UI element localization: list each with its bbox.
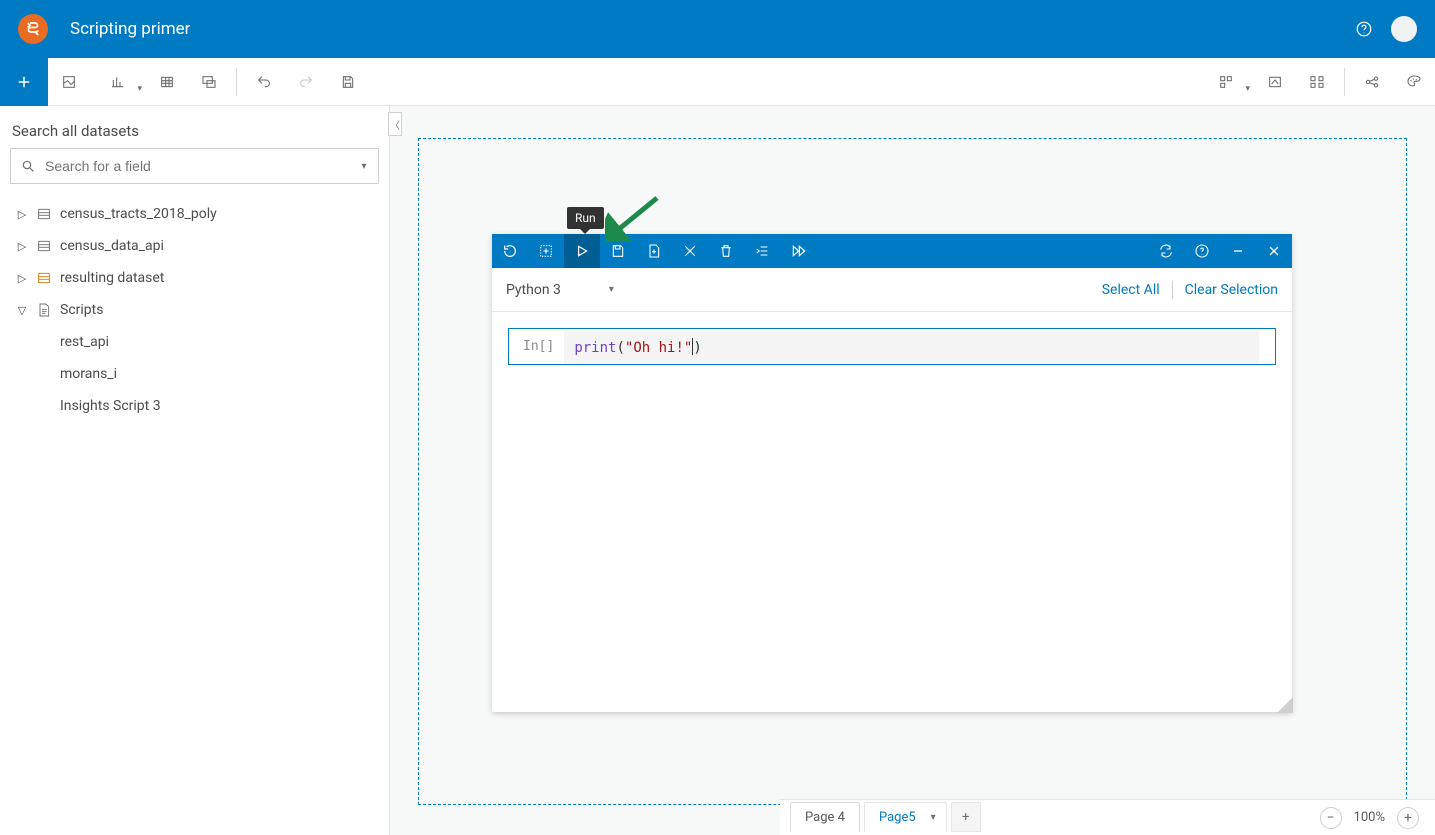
delete-icon[interactable] <box>708 234 744 268</box>
tree-item-dataset[interactable]: ▷ census_data_api <box>10 230 379 262</box>
tools-icon[interactable] <box>672 234 708 268</box>
avatar[interactable] <box>1391 16 1417 42</box>
main-toolbar: ▾ ▾ <box>0 58 1435 106</box>
console-toolbar <box>492 234 1292 268</box>
expand-icon[interactable]: ▷ <box>12 272 32 285</box>
add-page-button[interactable]: + <box>951 802 981 832</box>
app-logo <box>18 14 48 44</box>
divider <box>1172 281 1173 299</box>
result-icon <box>32 270 56 286</box>
chevron-down-icon[interactable]: ▾ <box>931 812 936 823</box>
refresh-icon[interactable] <box>1148 234 1184 268</box>
script-console-card: Python 3 ▾ Select All Clear Selection In… <box>492 234 1292 712</box>
map-card-icon[interactable] <box>48 58 90 106</box>
model-card-icon[interactable] <box>188 58 230 106</box>
dataset-tree: ▷ census_tracts_2018_poly ▷ census_data_… <box>10 198 379 422</box>
cell-prompt: In[] <box>509 329 564 364</box>
indent-icon[interactable] <box>744 234 780 268</box>
minimize-icon[interactable] <box>1220 234 1256 268</box>
table-icon <box>32 238 56 254</box>
page-tab[interactable]: Page 4 <box>790 802 860 832</box>
expand-icon[interactable]: ▷ <box>12 208 32 221</box>
tree-item-label: Insights Script 3 <box>60 398 161 414</box>
table-icon <box>32 206 56 222</box>
widgets-icon[interactable]: ▾ <box>1198 58 1254 106</box>
page-title: Scripting primer <box>70 19 1337 39</box>
chevron-down-icon[interactable]: ▾ <box>350 161 378 172</box>
chart-card-icon[interactable]: ▾ <box>90 58 146 106</box>
restart-icon[interactable] <box>492 234 528 268</box>
page-tab-active[interactable]: Page5 ▾ <box>864 802 947 832</box>
run-tooltip: Run <box>567 207 604 229</box>
code-input[interactable]: print("Oh hi!") <box>564 330 1259 364</box>
script-icon <box>32 302 56 318</box>
page-tab-label: Page5 <box>879 810 916 825</box>
select-all-button[interactable]: Select All <box>1102 282 1160 298</box>
link-icon[interactable] <box>1351 58 1393 106</box>
theme-icon[interactable] <box>1393 58 1435 106</box>
kernel-label: Python 3 <box>506 282 561 298</box>
console-body: In[] print("Oh hi!") <box>492 312 1292 712</box>
table-card-icon[interactable] <box>146 58 188 106</box>
add-cell-icon[interactable] <box>528 234 564 268</box>
chevron-down-icon: ▾ <box>1245 84 1250 94</box>
resize-handle[interactable] <box>1277 697 1293 713</box>
chevron-down-icon: ▾ <box>137 84 142 94</box>
tree-item-label: census_data_api <box>56 238 164 254</box>
tree-item-script-child[interactable]: morans_i <box>10 358 379 390</box>
page-footer: Page 4 Page5 ▾ + − 100% + <box>780 799 1435 835</box>
zoom-in-button[interactable]: + <box>1397 807 1419 829</box>
sidebar-title: Search all datasets <box>12 122 379 140</box>
filter-widget-icon[interactable] <box>1296 58 1338 106</box>
tree-item-scripts[interactable]: ▽ Scripts <box>10 294 379 326</box>
run-all-icon[interactable] <box>780 234 816 268</box>
collapse-icon[interactable]: ▽ <box>12 304 32 317</box>
tree-item-script-child[interactable]: rest_api <box>10 326 379 358</box>
tree-item-label: census_tracts_2018_poly <box>56 206 217 222</box>
tree-item-dataset[interactable]: ▷ resulting dataset <box>10 262 379 294</box>
toolbar-divider <box>236 68 237 96</box>
run-button[interactable] <box>564 234 600 268</box>
data-panel: Search all datasets ▾ ▷ census_tracts_20… <box>0 106 390 835</box>
expand-icon[interactable]: ▷ <box>12 240 32 253</box>
app-header: Scripting primer <box>0 0 1435 58</box>
toolbar-divider <box>1344 68 1345 96</box>
tree-item-label: Scripts <box>56 302 103 318</box>
tree-item-dataset[interactable]: ▷ census_tracts_2018_poly <box>10 198 379 230</box>
save-icon[interactable] <box>327 58 369 106</box>
close-icon[interactable] <box>1256 234 1292 268</box>
redo-icon[interactable] <box>285 58 327 106</box>
tree-item-label: resulting dataset <box>56 270 164 286</box>
zoom-out-button[interactable]: − <box>1320 807 1342 829</box>
collapse-panel-icon[interactable]: 〈 <box>388 112 402 136</box>
kernel-select[interactable]: Python 3 ▾ <box>506 282 614 298</box>
zoom-level: 100% <box>1354 810 1385 825</box>
text-widget-icon[interactable] <box>1254 58 1296 106</box>
add-button[interactable] <box>0 58 48 106</box>
console-help-icon[interactable] <box>1184 234 1220 268</box>
zoom-controls: − 100% + <box>1320 807 1435 829</box>
search-input[interactable]: ▾ <box>10 148 379 184</box>
console-subtoolbar: Python 3 ▾ Select All Clear Selection <box>492 268 1292 312</box>
clear-selection-button[interactable]: Clear Selection <box>1185 282 1278 298</box>
page-tab-label: Page 4 <box>805 810 845 825</box>
save-script-icon[interactable] <box>600 234 636 268</box>
card-dropzone: Run <box>418 138 1407 805</box>
search-icon <box>11 158 45 174</box>
tree-item-label: rest_api <box>60 334 109 350</box>
import-file-icon[interactable] <box>636 234 672 268</box>
tree-item-label: morans_i <box>60 366 117 382</box>
workspace-canvas[interactable]: Run <box>390 106 1435 835</box>
search-field[interactable] <box>45 158 350 174</box>
chevron-down-icon: ▾ <box>609 284 614 295</box>
help-icon[interactable] <box>1355 20 1373 38</box>
tree-item-script-child[interactable]: Insights Script 3 <box>10 390 379 422</box>
undo-icon[interactable] <box>243 58 285 106</box>
code-cell[interactable]: In[] print("Oh hi!") <box>508 328 1276 365</box>
